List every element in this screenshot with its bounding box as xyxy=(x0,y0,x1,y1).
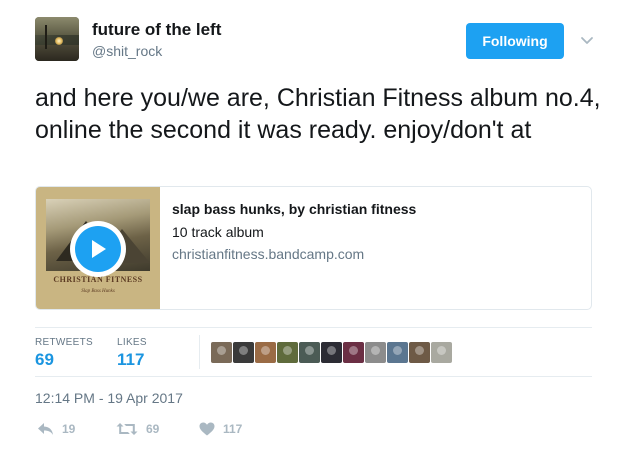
retweet-action[interactable]: 69 xyxy=(116,422,159,436)
card-title[interactable]: slap bass hunks, by christian fitness xyxy=(172,201,416,217)
like-count: 117 xyxy=(223,422,243,436)
heart-icon xyxy=(199,422,215,436)
album-thumbnail[interactable]: CHRISTIAN FITNESS Slap Bass Hunks xyxy=(36,187,160,309)
liker-avatar-face xyxy=(437,346,446,355)
liker-avatar[interactable] xyxy=(387,342,408,363)
liker-avatar[interactable] xyxy=(299,342,320,363)
liker-avatar-face xyxy=(393,346,402,355)
play-button[interactable] xyxy=(70,221,126,277)
retweet-count: 69 xyxy=(146,422,160,436)
liker-avatar-face xyxy=(283,346,292,355)
thumbnail-subtitle: Slap Bass Hunks xyxy=(81,289,115,294)
reply-action[interactable]: 19 xyxy=(37,422,75,436)
play-icon xyxy=(92,240,106,258)
liker-avatar[interactable] xyxy=(277,342,298,363)
liker-avatar[interactable] xyxy=(431,342,452,363)
liker-avatar[interactable] xyxy=(211,342,232,363)
likes-label[interactable]: LIKES xyxy=(117,337,147,348)
liker-avatar[interactable] xyxy=(321,342,342,363)
liker-avatar[interactable] xyxy=(409,342,430,363)
avatar-sky xyxy=(35,17,79,35)
card-domain[interactable]: christianfitness.bandcamp.com xyxy=(172,246,364,262)
tweet-text: and here you/we are, Christian Fitness a… xyxy=(35,84,601,144)
liker-avatar-face xyxy=(305,346,314,355)
retweets-label[interactable]: RETWEETS xyxy=(35,337,93,348)
retweets-count[interactable]: 69 xyxy=(35,350,54,370)
chevron-down-icon[interactable] xyxy=(580,33,594,47)
tweet-timestamp[interactable]: 12:14 PM - 19 Apr 2017 xyxy=(35,390,183,406)
reply-icon xyxy=(38,423,53,435)
avatar[interactable] xyxy=(35,17,79,61)
liker-avatar-face xyxy=(327,346,336,355)
author-name[interactable]: future of the left xyxy=(92,20,221,40)
retweet-icon xyxy=(116,423,138,435)
likers-avatars[interactable] xyxy=(211,342,452,363)
liker-avatar-face xyxy=(217,346,226,355)
liker-avatar[interactable] xyxy=(365,342,386,363)
stats-separator xyxy=(199,335,200,369)
card-description: 10 track album xyxy=(172,224,264,240)
liker-avatar[interactable] xyxy=(343,342,364,363)
reply-count: 19 xyxy=(62,422,76,436)
link-card[interactable]: CHRISTIAN FITNESS Slap Bass Hunks slap b… xyxy=(35,186,592,310)
avatar-light xyxy=(55,37,63,45)
liker-avatar[interactable] xyxy=(255,342,276,363)
avatar-pole xyxy=(45,25,47,49)
divider xyxy=(35,327,592,328)
avatar-ground xyxy=(35,45,79,61)
liker-avatar[interactable] xyxy=(233,342,254,363)
author-handle[interactable]: @shit_rock xyxy=(92,43,162,59)
liker-avatar-face xyxy=(261,346,270,355)
liker-avatar-face xyxy=(371,346,380,355)
like-action[interactable]: 117 xyxy=(199,422,242,436)
divider xyxy=(35,376,592,377)
liker-avatar-face xyxy=(349,346,358,355)
liker-avatar-face xyxy=(239,346,248,355)
play-button-circle xyxy=(75,226,121,272)
likes-count[interactable]: 117 xyxy=(117,350,144,370)
liker-avatar-face xyxy=(415,346,424,355)
following-button[interactable]: Following xyxy=(466,23,564,59)
